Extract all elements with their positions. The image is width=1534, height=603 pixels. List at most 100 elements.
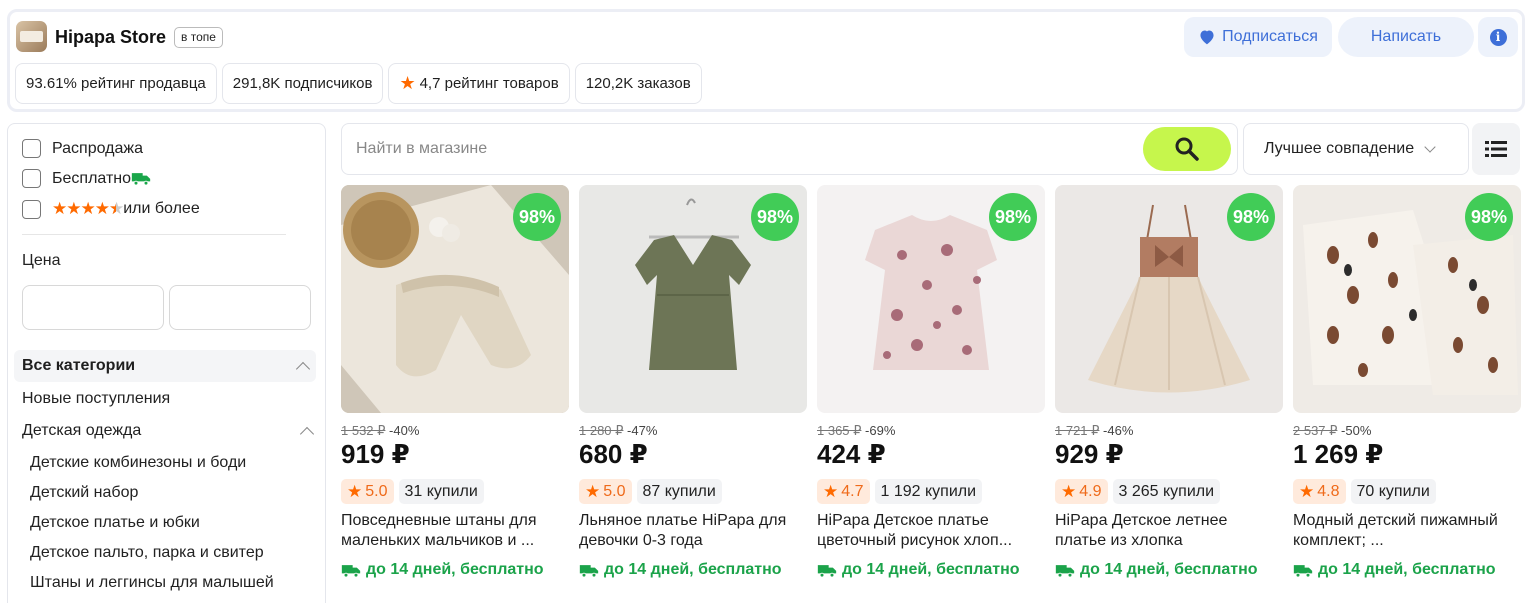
- category-kids-clothing[interactable]: Детская одежда: [22, 422, 315, 441]
- truck-icon: [131, 173, 151, 186]
- list-view-icon: [1485, 141, 1507, 157]
- price: 424 ₽: [817, 439, 886, 469]
- bought-count: 70 купили: [1350, 479, 1436, 504]
- info-button[interactable]: i: [1478, 17, 1518, 57]
- product-title[interactable]: HiPapa Детское платье цветочный рисунок …: [817, 511, 1037, 551]
- subcategory-item[interactable]: Детский набор: [30, 484, 138, 502]
- old-price: 1 280 ₽: [579, 423, 624, 438]
- product-title[interactable]: Модный детский пижамный комплект; ...: [1293, 511, 1513, 551]
- list-view-button[interactable]: [1472, 123, 1520, 175]
- search-icon: [1175, 137, 1199, 161]
- info-icon: i: [1489, 28, 1507, 46]
- rating-checkbox[interactable]: [22, 199, 41, 219]
- write-message-button[interactable]: Написать: [1338, 17, 1474, 57]
- category-kids-label: Детская одежда: [22, 422, 142, 439]
- heart-icon: [1200, 30, 1214, 45]
- search-input[interactable]: [356, 136, 1116, 162]
- rating-chip: ★ 5.0: [341, 479, 394, 504]
- product-title[interactable]: Льняное платье HiPapa для девочки 0-3 го…: [579, 511, 799, 551]
- category-all[interactable]: Все категории: [14, 350, 316, 382]
- truck-icon: [579, 564, 599, 577]
- top-badge: в топе: [174, 27, 223, 48]
- discount: -46%: [1103, 423, 1134, 438]
- delivery-info: до 14 дней, бесплатно: [817, 561, 1045, 579]
- write-label: Написать: [1370, 28, 1442, 45]
- product-image[interactable]: 98%: [579, 185, 807, 413]
- subcategory-item[interactable]: Штаны и леггинсы для малышей: [30, 574, 274, 592]
- price: 1 269 ₽: [1293, 439, 1384, 469]
- subcategory-item[interactable]: Детские комбинезоны и боди: [30, 454, 246, 472]
- subcategory-item[interactable]: Детское платье и юбки: [30, 514, 200, 532]
- product-card[interactable]: 98% 1 532 ₽ -40% 919 ₽ ★ 5.0 31 купили По…: [341, 185, 569, 579]
- filter-sale[interactable]: Распродажа: [22, 139, 143, 158]
- sale-checkbox[interactable]: [22, 139, 41, 158]
- delivery-info: до 14 дней, бесплатно: [1055, 561, 1283, 579]
- rating-chip: ★ 4.8: [1293, 479, 1346, 504]
- store-logo[interactable]: [16, 21, 47, 52]
- product-title[interactable]: HiPapa Детское летнее платье из хлопка: [1055, 511, 1275, 551]
- old-price: 1 532 ₽: [341, 423, 386, 438]
- store-name[interactable]: Hipapa Store: [55, 27, 166, 48]
- stat-orders: 120,2K заказов: [574, 63, 702, 104]
- bought-count: 3 265 купили: [1112, 479, 1221, 504]
- bought-count: 31 купили: [398, 479, 484, 504]
- star-icon: ★: [1299, 481, 1315, 501]
- price-max-input[interactable]: [169, 285, 311, 330]
- rating-chip: ★ 4.7: [817, 479, 870, 504]
- subcategory-item[interactable]: Детское пальто, парка и свитер: [30, 544, 264, 562]
- price: 919 ₽: [341, 439, 410, 469]
- chevron-up-icon[interactable]: [295, 361, 311, 376]
- chevron-up-icon[interactable]: [299, 426, 315, 441]
- discount: -40%: [389, 423, 420, 438]
- rating-chip: ★ 4.9: [1055, 479, 1108, 504]
- discount: -50%: [1341, 423, 1372, 438]
- old-price-row: 1 721 ₽ -46%: [1055, 423, 1283, 438]
- bought-count: 87 купили: [636, 479, 722, 504]
- product-image[interactable]: 98%: [817, 185, 1045, 413]
- free-delivery-checkbox[interactable]: [22, 169, 41, 188]
- star-icon: ★: [585, 481, 601, 501]
- free-label: Бесплатно: [52, 169, 132, 187]
- old-price-row: 1 280 ₽ -47%: [579, 423, 807, 438]
- rating-suffix: или более: [123, 200, 200, 217]
- search-button[interactable]: [1143, 127, 1231, 171]
- truck-icon: [817, 564, 837, 577]
- star-icon: ★: [399, 73, 416, 93]
- sidebar-divider: [22, 234, 286, 235]
- rating-stars-icon: ★★★★★★: [52, 199, 124, 218]
- seller-score-badge: 98%: [989, 193, 1037, 241]
- product-card[interactable]: 98% 2 537 ₽ -50% 1 269 ₽ ★ 4.8 70 купили …: [1293, 185, 1521, 579]
- price: 680 ₽: [579, 439, 648, 469]
- stat-subscribers: 291,8K подписчиков: [221, 63, 384, 104]
- product-image[interactable]: 98%: [1055, 185, 1283, 413]
- product-card[interactable]: 98% 1 365 ₽ -69% 424 ₽ ★ 4.7 1 192 купили…: [817, 185, 1045, 579]
- product-image[interactable]: 98%: [1293, 185, 1521, 413]
- sort-dropdown[interactable]: Лучшее совпадение: [1243, 123, 1469, 175]
- product-title[interactable]: Повседневные штаны для маленьких мальчик…: [341, 511, 561, 551]
- seller-score-badge: 98%: [1465, 193, 1513, 241]
- discount: -47%: [627, 423, 658, 438]
- seller-score-badge: 98%: [1227, 193, 1275, 241]
- truck-icon: [1055, 564, 1075, 577]
- price-label: Цена: [22, 252, 61, 269]
- delivery-info: до 14 дней, бесплатно: [341, 561, 569, 579]
- old-price-row: 1 365 ₽ -69%: [817, 423, 1045, 438]
- subscribe-button[interactable]: Подписаться: [1184, 17, 1332, 57]
- rating-chip: ★ 5.0: [579, 479, 632, 504]
- old-price-row: 1 532 ₽ -40%: [341, 423, 569, 438]
- filter-rating[interactable]: ★★★★★★ или более: [22, 199, 200, 219]
- sort-label: Лучшее совпадение: [1264, 140, 1415, 157]
- category-all-label: Все категории: [22, 357, 136, 374]
- product-image[interactable]: 98%: [341, 185, 569, 413]
- filter-sidebar: Распродажа Бесплатно ★★★★★★ или более Це…: [7, 123, 326, 603]
- seller-score-badge: 98%: [751, 193, 799, 241]
- price-min-input[interactable]: [22, 285, 164, 330]
- product-card[interactable]: 98% 1 280 ₽ -47% 680 ₽ ★ 5.0 87 купили Ль…: [579, 185, 807, 579]
- filter-free-delivery[interactable]: Бесплатно: [22, 169, 151, 188]
- bought-count: 1 192 купили: [874, 479, 983, 504]
- product-card[interactable]: 98% 1 721 ₽ -46% 929 ₽ ★ 4.9 3 265 купили…: [1055, 185, 1283, 579]
- star-icon: ★: [1061, 481, 1077, 501]
- star-icon: ★: [347, 481, 363, 501]
- old-price: 1 365 ₽: [817, 423, 862, 438]
- category-new[interactable]: Новые поступления: [22, 390, 170, 408]
